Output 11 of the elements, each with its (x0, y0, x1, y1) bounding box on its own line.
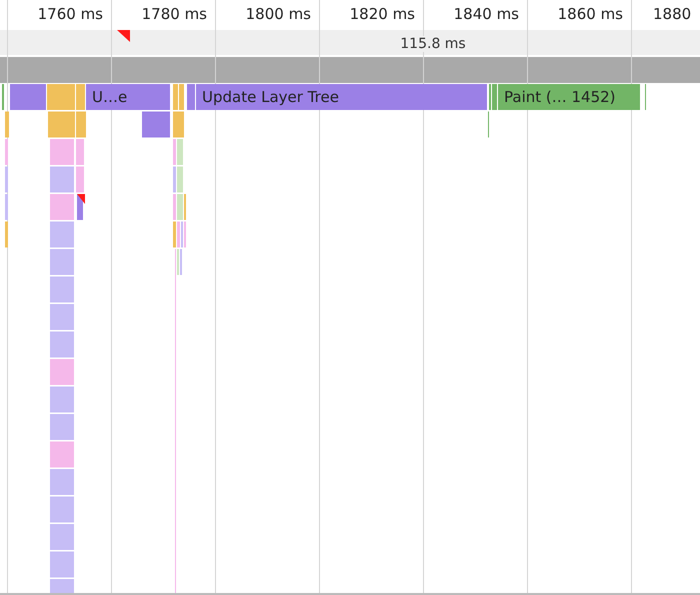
flame-event[interactable]: Paint (… 1452) (498, 84, 640, 110)
selection-duration: 115.8 ms (400, 36, 466, 52)
flame-event[interactable]: Update Layer Tree (196, 84, 487, 110)
flame-event[interactable]: U…e (86, 84, 142, 110)
time-tick-label: 1860 ms (558, 5, 623, 23)
time-tick-label: 1880 (653, 5, 692, 23)
time-tick-label: 1800 ms (246, 5, 311, 23)
time-tick-label: 1840 ms (454, 5, 519, 23)
time-tick-label: 1820 ms (350, 5, 415, 23)
time-tick-label: 1780 ms (142, 5, 207, 23)
time-tick-label: 1760 ms (38, 5, 103, 23)
